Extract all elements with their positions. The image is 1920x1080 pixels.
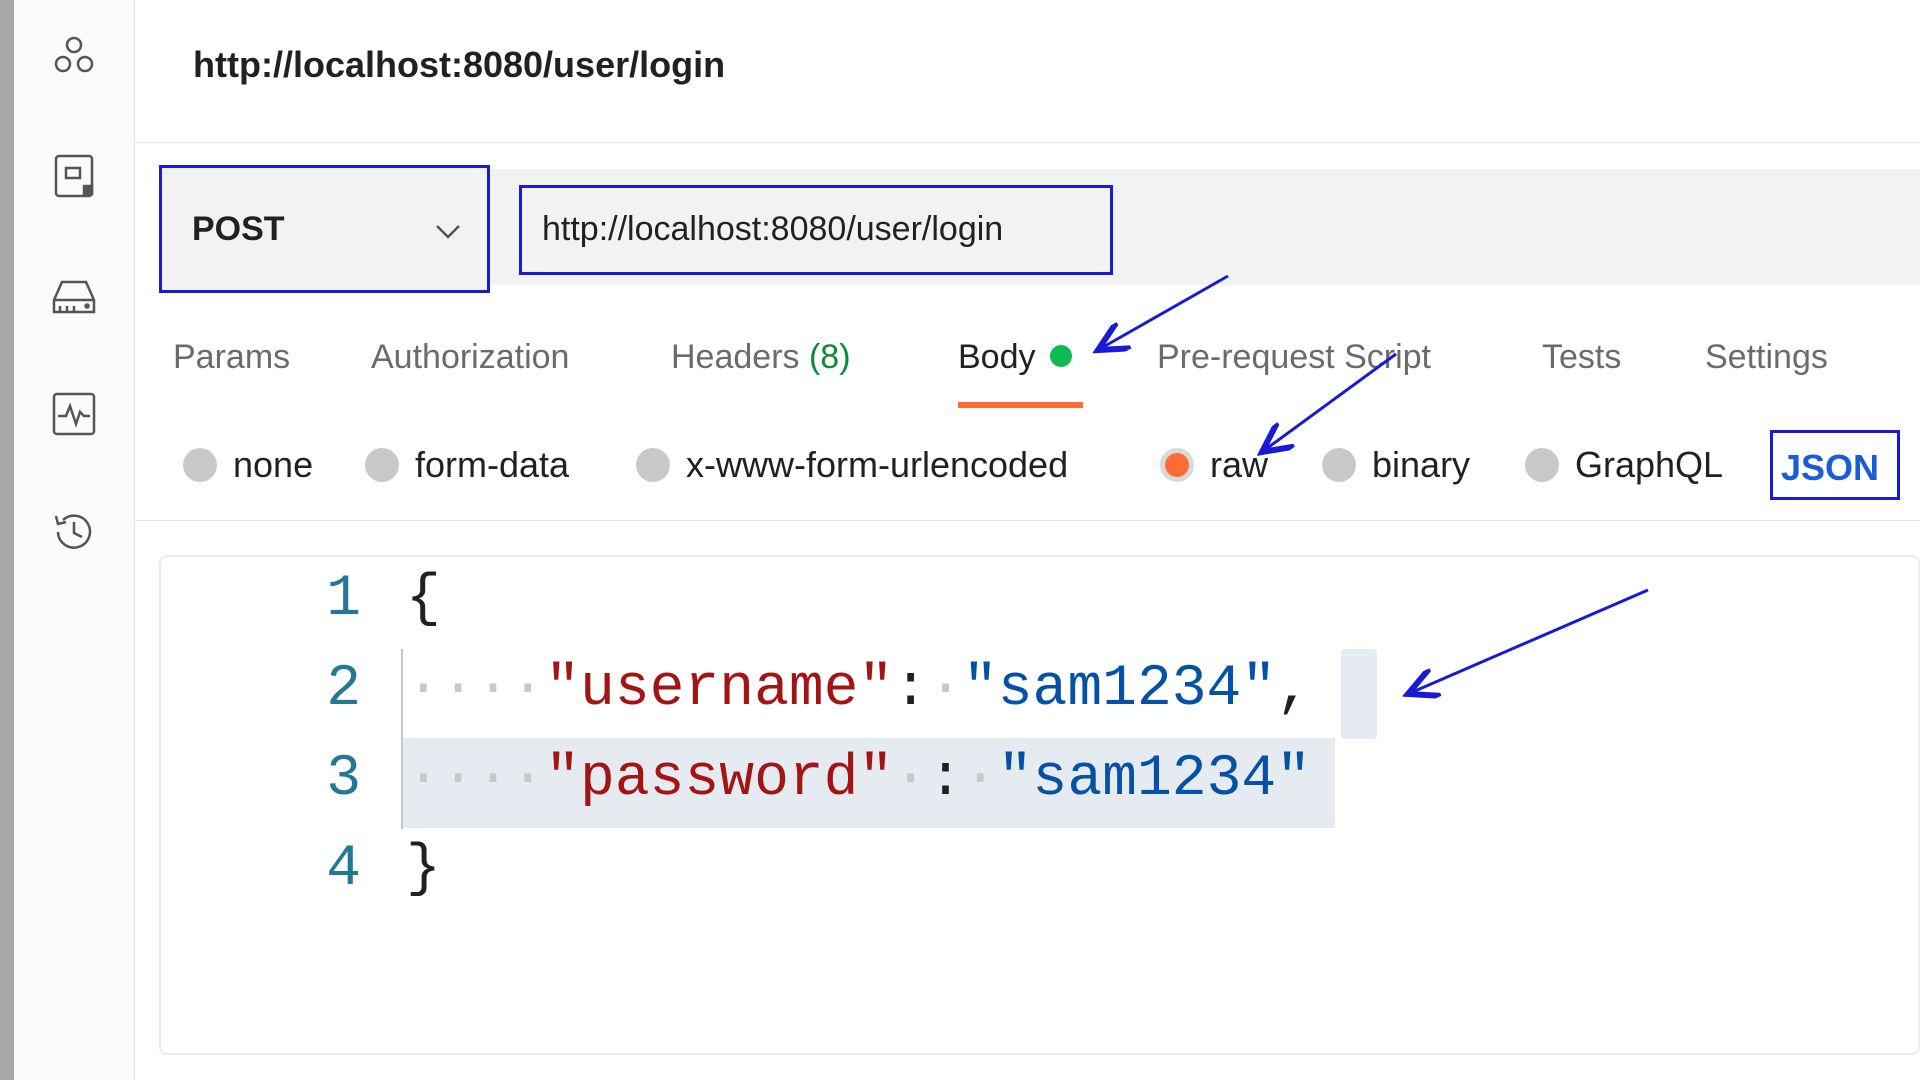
tab-body-label: Body (958, 338, 1036, 376)
code-text: ····"password"·:·"sam1234" (406, 747, 1311, 812)
tab-body[interactable]: Body (958, 338, 1072, 377)
request-tabs: Params Authorization Headers (8) Body Pr… (135, 330, 1920, 410)
tab-tests[interactable]: Tests (1542, 338, 1621, 377)
method-label: POST (192, 210, 285, 248)
body-status-dot (1049, 345, 1072, 368)
json-key: "password" (545, 747, 894, 812)
apis-icon[interactable] (50, 32, 98, 80)
active-tab-indicator (958, 402, 1083, 408)
tab-authorization[interactable]: Authorization (371, 338, 569, 377)
url-input[interactable]: http://localhost:8080/user/login (519, 185, 1113, 275)
history-icon[interactable] (50, 508, 98, 556)
monitors-icon[interactable] (50, 390, 98, 438)
code-text: { (406, 567, 441, 632)
chevron-down-icon (436, 225, 460, 239)
radio-binary[interactable]: binary (1322, 444, 1470, 486)
headers-count: (8) (808, 338, 851, 376)
body-type-options: none form-data x-www-form-urlencoded raw… (135, 430, 1920, 521)
radio-label: raw (1210, 444, 1269, 485)
radio-label: binary (1372, 444, 1471, 485)
line-number: 4 (326, 837, 361, 902)
code-line: 4 } (161, 827, 1920, 917)
line-number: 1 (326, 567, 361, 632)
method-select[interactable]: POST (159, 165, 490, 293)
radio-button (1322, 448, 1356, 482)
code-line: 3 ····"password"·:·"sam1234" (161, 737, 1920, 827)
environments-icon[interactable] (50, 152, 98, 200)
json-value: "sam1234" (962, 657, 1277, 722)
radio-label: GraphQL (1575, 444, 1724, 485)
tab-params[interactable]: Params (173, 338, 290, 377)
radio-graphql[interactable]: GraphQL (1525, 444, 1723, 486)
format-label: JSON (1781, 447, 1880, 488)
radio-button (636, 448, 670, 482)
radio-label: x-www-form-urlencoded (686, 444, 1069, 485)
tab-headers[interactable]: Headers (8) (671, 338, 851, 377)
code-line: 2 ····"username":·"sam1234", (161, 647, 1920, 737)
request-title[interactable]: http://localhost:8080/user/login (193, 44, 725, 86)
line-number: 2 (326, 657, 361, 722)
radio-urlencoded[interactable]: x-www-form-urlencoded (636, 444, 1068, 486)
format-select[interactable]: JSON (1770, 430, 1900, 500)
json-value: "sam1234" (997, 747, 1311, 812)
tab-headers-label: Headers (671, 338, 800, 376)
radio-label: none (233, 444, 314, 485)
mock-servers-icon[interactable] (50, 272, 98, 320)
line-number: 3 (326, 747, 361, 812)
request-panel: http://localhost:8080/user/login POST ht… (135, 0, 1920, 1080)
tab-settings[interactable]: Settings (1705, 338, 1828, 377)
radio-form-data[interactable]: form-data (365, 444, 569, 486)
code-editor[interactable]: 1 { 2 ····"username":·"sam1234", 3 ····"… (159, 555, 1920, 1055)
radio-button-checked (1160, 448, 1194, 482)
code-line: 1 { (161, 557, 1920, 647)
sidebar (14, 0, 135, 1080)
window-edge (0, 0, 14, 1080)
tab-prerequest-script[interactable]: Pre-request Script (1157, 338, 1431, 377)
radio-button (1525, 448, 1559, 482)
radio-button (365, 448, 399, 482)
radio-raw[interactable]: raw (1160, 444, 1268, 486)
code-text: ····"username":·"sam1234", (406, 657, 1311, 722)
url-bar: POST http://localhost:8080/user/login (159, 165, 1920, 293)
json-key: "username" (545, 657, 894, 722)
radio-label: form-data (415, 444, 570, 485)
request-header: http://localhost:8080/user/login (135, 0, 1920, 143)
radio-none[interactable]: none (183, 444, 313, 486)
url-value: http://localhost:8080/user/login (542, 210, 1004, 248)
radio-button (183, 448, 217, 482)
code-text: } (406, 837, 441, 902)
